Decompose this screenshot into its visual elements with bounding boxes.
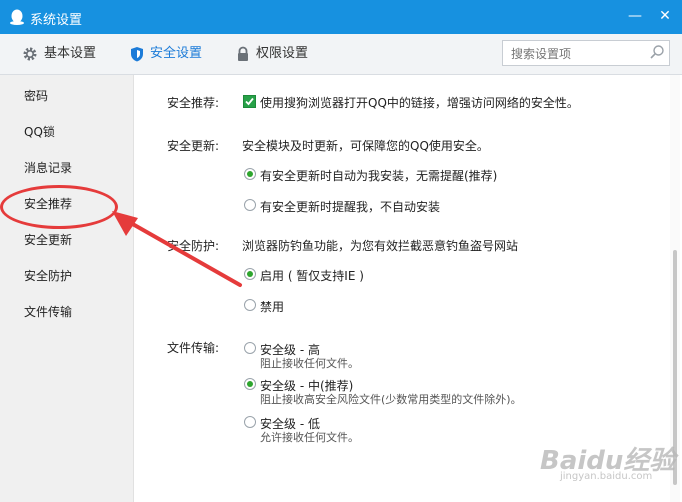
- transfer-high-radio[interactable]: [244, 342, 256, 354]
- sidebar-item-qq-lock[interactable]: QQ锁: [0, 114, 133, 150]
- recommend-checkbox[interactable]: [243, 95, 256, 108]
- protect-disable-radio[interactable]: [244, 299, 256, 311]
- sidebar-item-message-history[interactable]: 消息记录: [0, 150, 133, 186]
- update-auto-install-label[interactable]: 有安全更新时自动为我安装，无需提醒(推荐): [260, 167, 497, 184]
- update-remind-label[interactable]: 有安全更新时提醒我，不自动安装: [260, 198, 440, 215]
- sidebar-item-password[interactable]: 密码: [0, 78, 133, 114]
- protect-disable-label[interactable]: 禁用: [260, 298, 284, 315]
- recommend-checkbox-label[interactable]: 使用搜狗浏览器打开QQ中的链接，增强访问网络的安全性。: [260, 94, 579, 111]
- transfer-label: 文件传输:: [167, 341, 220, 355]
- lock-icon: [238, 46, 248, 61]
- transfer-low-desc: 允许接收任何文件。: [260, 431, 359, 444]
- shield-icon: [131, 46, 143, 61]
- protect-enable-radio[interactable]: [244, 268, 256, 280]
- tab-security-settings-label: 安全设置: [150, 46, 203, 61]
- tab-basic-settings[interactable]: 基本设置: [22, 34, 96, 74]
- transfer-medium-radio[interactable]: [244, 378, 256, 390]
- protect-enable-label[interactable]: 启用 ( 暂仅支持IE ): [260, 267, 364, 284]
- transfer-high-desc: 阻止接收任何文件。: [260, 357, 359, 370]
- checkmark-icon: [245, 97, 254, 106]
- update-label: 安全更新:: [167, 139, 220, 153]
- window-title: 系统设置: [30, 13, 83, 28]
- baidu-watermark: Baidu经验 jingyan.baidu.com: [540, 440, 675, 482]
- search-input[interactable]: [509, 44, 643, 64]
- settings-toolbar: 基本设置 安全设置 权限设置: [0, 34, 682, 75]
- content-scrollbar[interactable]: [670, 75, 680, 502]
- update-auto-install-radio[interactable]: [244, 168, 256, 180]
- search-icon[interactable]: [649, 44, 665, 60]
- tab-permission-settings[interactable]: 权限设置: [236, 34, 308, 74]
- qq-penguin-icon: [10, 9, 24, 25]
- minimize-button[interactable]: —: [622, 4, 648, 28]
- transfer-medium-desc: 阻止接收高安全风险文件(少数常用类型的文件除外)。: [260, 393, 522, 406]
- recommend-label: 安全推荐:: [167, 96, 220, 110]
- search-box: [502, 40, 670, 66]
- close-button[interactable]: ✕: [652, 4, 678, 28]
- update-remind-radio[interactable]: [244, 199, 256, 211]
- protect-description: 浏览器防钓鱼功能，为您有效拦截恶意钓鱼盗号网站: [242, 239, 519, 253]
- update-description: 安全模块及时更新，可保障您的QQ使用安全。: [242, 139, 489, 153]
- tab-permission-settings-label: 权限设置: [256, 46, 309, 61]
- tab-security-settings[interactable]: 安全设置: [130, 34, 202, 74]
- sidebar-item-file-transfer[interactable]: 文件传输: [0, 294, 133, 330]
- gear-icon: [23, 47, 37, 60]
- title-bar: 系统设置 — ✕: [0, 0, 682, 34]
- transfer-low-radio[interactable]: [244, 416, 256, 428]
- annotation-arrow-icon: [112, 211, 242, 287]
- tab-basic-settings-label: 基本设置: [44, 46, 97, 61]
